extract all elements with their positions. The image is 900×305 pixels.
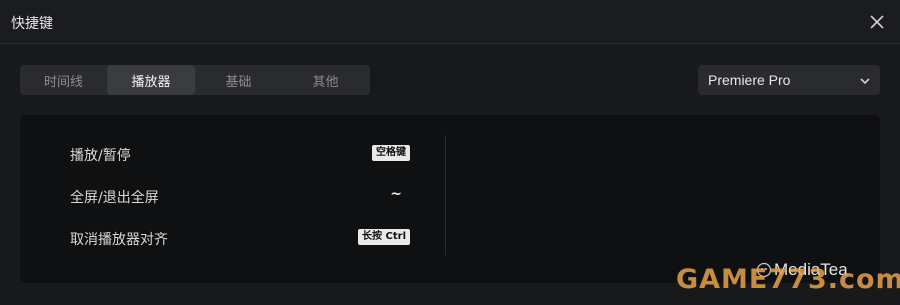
shortcut-key-badge: 空格键 (372, 145, 410, 161)
title-bar: 快捷键 (0, 0, 900, 44)
column-divider (445, 135, 446, 255)
shortcut-key-badge: ~ (390, 186, 402, 202)
shortcuts-dialog: 快捷键 时间线 播放器 基础 其他 Premiere Pro 播放/暂停 空格键… (0, 0, 900, 305)
preset-select-value: Premiere Pro (708, 72, 791, 88)
shortcut-row[interactable]: 取消播放器对齐 长按 Ctrl (70, 226, 415, 250)
tab-other[interactable]: 其他 (282, 65, 369, 95)
close-icon (870, 15, 884, 29)
tab-basic[interactable]: 基础 (195, 65, 282, 95)
close-button[interactable] (864, 9, 890, 35)
category-tabs: 时间线 播放器 基础 其他 (20, 65, 370, 95)
shortcut-action: 全屏/退出全屏 (70, 190, 159, 206)
watermark-brand: GAME773.com (676, 264, 900, 295)
shortcut-action: 取消播放器对齐 (70, 232, 168, 248)
dialog-title: 快捷键 (11, 16, 53, 32)
chevron-down-icon (860, 78, 870, 85)
shortcut-list-panel: 播放/暂停 空格键 全屏/退出全屏 ~ 取消播放器对齐 长按 Ctrl (20, 115, 880, 283)
watermark: MediaTea GAME773.com (676, 260, 900, 300)
tab-player[interactable]: 播放器 (107, 65, 195, 95)
preset-select[interactable]: Premiere Pro (698, 65, 880, 95)
shortcut-key-badge: 长按 Ctrl (358, 229, 410, 245)
shortcut-action: 播放/暂停 (70, 148, 131, 164)
shortcut-row[interactable]: 播放/暂停 空格键 (70, 142, 415, 166)
shortcut-row[interactable]: 全屏/退出全屏 ~ (70, 184, 415, 208)
tab-timeline[interactable]: 时间线 (20, 65, 107, 95)
